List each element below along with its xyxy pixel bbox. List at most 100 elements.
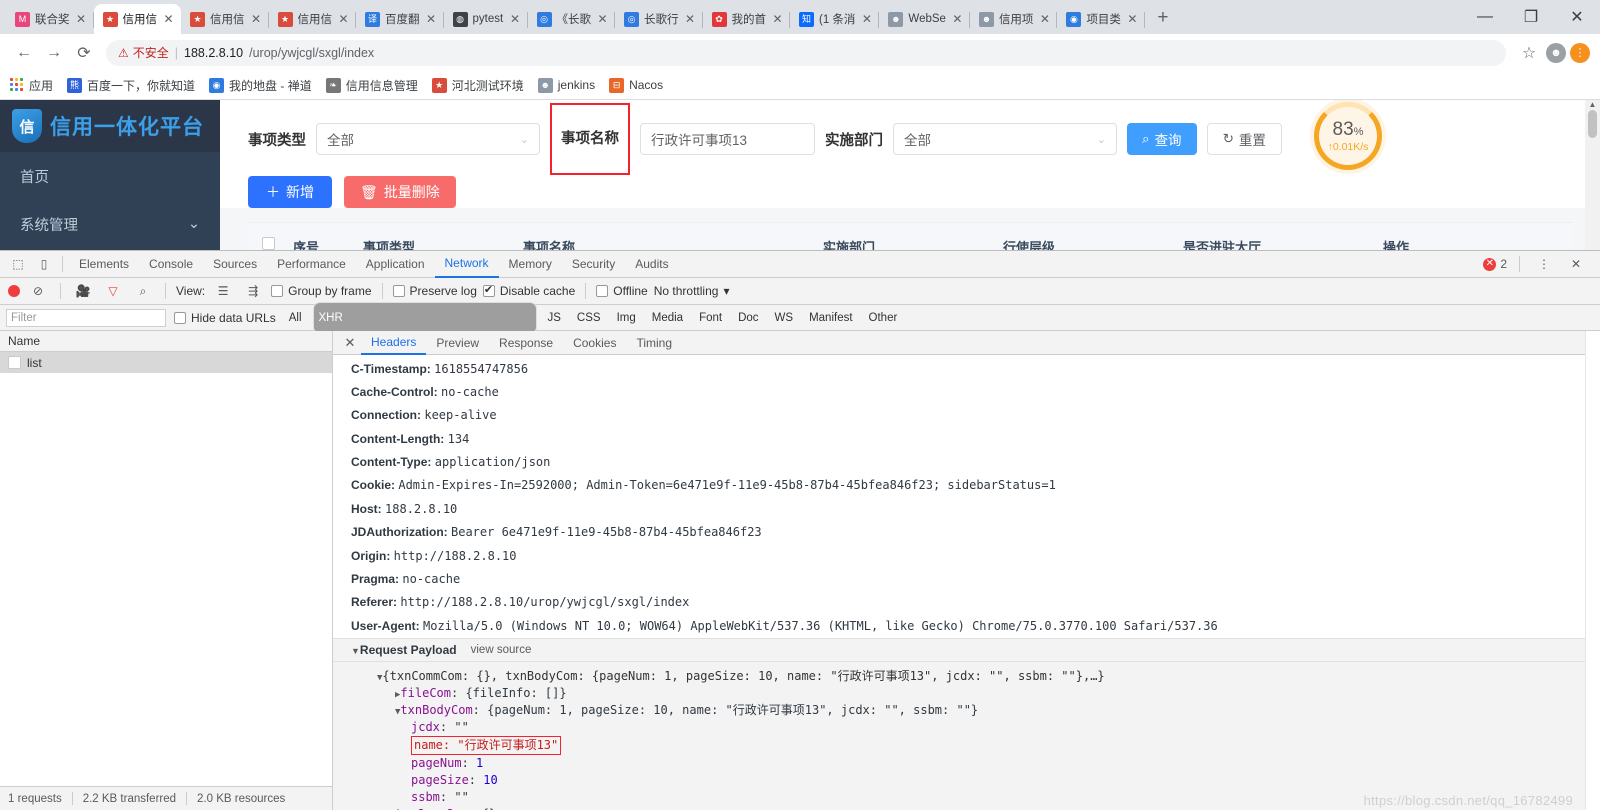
bookmark-item[interactable]: ☻ jenkins <box>537 77 595 93</box>
filter-type-js[interactable]: JS <box>543 311 566 325</box>
funnel-icon[interactable]: ▽ <box>101 280 125 302</box>
tab-close-icon[interactable]: ✕ <box>425 12 438 26</box>
filter-input[interactable]: Filter <box>6 308 166 327</box>
devtools-tab-memory[interactable]: Memory <box>499 251 562 277</box>
forward-button[interactable]: → <box>40 39 68 67</box>
tab-close-icon[interactable]: ✕ <box>771 12 784 26</box>
tab-close-icon[interactable]: ✕ <box>860 12 873 26</box>
tab-close-icon[interactable]: ✕ <box>684 12 697 26</box>
tab-close-icon[interactable]: ✕ <box>509 12 522 26</box>
devtools-tab-console[interactable]: Console <box>139 251 203 277</box>
tab-close-icon[interactable]: ✕ <box>951 12 964 26</box>
tab-close-icon[interactable]: ✕ <box>1126 12 1139 26</box>
browser-tab[interactable]: ★ 信用信 ✕ <box>269 4 357 34</box>
payload-root-row[interactable]: ▼{txnCommCom: {}, txnBodyCom: {pageNum: … <box>351 668 1585 685</box>
filter-type-css[interactable]: CSS <box>572 311 606 325</box>
offline-toggle[interactable]: Offline <box>596 284 648 298</box>
device-toggle-icon[interactable]: ▯ <box>32 253 56 275</box>
devtools-tab-security[interactable]: Security <box>562 251 625 277</box>
disable-cache-toggle[interactable]: Disable cache <box>482 283 575 298</box>
error-badge[interactable]: ✕ 2 <box>1483 257 1507 271</box>
detail-tab-response[interactable]: Response <box>489 331 563 355</box>
preserve-log-checkbox[interactable] <box>392 285 405 297</box>
browser-tab[interactable]: 译百度翻 ✕ <box>356 4 444 34</box>
window-close-button[interactable]: ✕ <box>1554 0 1600 34</box>
browser-tab[interactable]: M 联合奖 ✕ <box>6 4 94 34</box>
detail-tab-headers[interactable]: Headers <box>361 331 427 355</box>
query-button[interactable]: ⌕ 查询 <box>1127 123 1197 155</box>
list-view-icon[interactable]: ☰ <box>211 280 235 302</box>
item-type-select[interactable]: 全部 ⌄ <box>316 123 540 155</box>
browser-tab[interactable]: ◎ 《长歌 ✕ <box>528 4 616 34</box>
dept-select[interactable]: 全部 ⌄ <box>893 123 1117 155</box>
browser-tab[interactable]: ☻ 信用项 ✕ <box>970 4 1058 34</box>
waterfall-view-icon[interactable]: ⇶ <box>241 280 265 302</box>
scroll-up-arrow[interactable]: ▲ <box>1585 100 1600 109</box>
filter-type-ws[interactable]: WS <box>770 311 799 325</box>
browser-menu-button[interactable]: ⋮ <box>1570 42 1590 63</box>
tab-close-icon[interactable]: ✕ <box>250 12 263 26</box>
detail-tab-timing[interactable]: Timing <box>626 331 682 355</box>
devtools-scrollbar[interactable] <box>1585 331 1600 810</box>
payload-filecom-row[interactable]: ▶fileCom: {fileInfo: []} <box>351 685 1585 702</box>
back-button[interactable]: ← <box>10 39 38 67</box>
browser-tab[interactable]: ☻ WebSe ✕ <box>879 4 970 34</box>
payload-txnbodycom-row[interactable]: ▼txnBodyCom: {pageNum: 1, pageSize: 10, … <box>351 702 1585 719</box>
scroll-thumb[interactable] <box>1588 110 1597 138</box>
hide-data-urls-checkbox[interactable] <box>174 311 186 324</box>
cursor-inspect-icon[interactable]: ⬚ <box>6 253 30 275</box>
devtools-tab-audits[interactable]: Audits <box>625 251 678 277</box>
bookmark-star-icon[interactable]: ☆ <box>1516 40 1542 66</box>
filter-type-font[interactable]: Font <box>694 311 727 325</box>
reload-button[interactable]: ⟳ <box>70 39 98 67</box>
browser-tab[interactable]: ★ 信用信 ✕ <box>93 4 181 34</box>
request-row[interactable]: list <box>0 352 332 373</box>
address-bar[interactable]: ⚠ 不安全 | 188.2.8.10/urop/ywjcgl/sxgl/inde… <box>106 39 1506 66</box>
detail-tab-preview[interactable]: Preview <box>426 331 489 355</box>
window-minimize-button[interactable]: — <box>1462 0 1508 34</box>
collapse-triangle-icon[interactable]: ▼ <box>351 646 360 656</box>
devtools-tab-performance[interactable]: Performance <box>267 251 356 277</box>
disable-cache-checkbox[interactable] <box>482 283 495 297</box>
devtools-close-button[interactable]: ✕ <box>1564 253 1588 275</box>
filter-type-other[interactable]: Other <box>864 311 903 325</box>
select-all-checkbox[interactable] <box>262 237 275 250</box>
filter-type-doc[interactable]: Doc <box>733 311 763 325</box>
search-icon[interactable]: ⌕ <box>131 280 155 302</box>
tab-close-icon[interactable]: ✕ <box>337 12 350 26</box>
close-detail-icon[interactable]: ✕ <box>341 335 359 351</box>
bookmark-item[interactable]: ❧ 信用信息管理 <box>325 77 418 94</box>
filter-type-media[interactable]: Media <box>647 311 688 325</box>
new-tab-button[interactable]: + <box>1149 4 1177 32</box>
detail-tab-cookies[interactable]: Cookies <box>563 331 626 355</box>
record-icon[interactable] <box>8 285 20 297</box>
bookmark-item[interactable]: ⊟ Nacos <box>609 77 663 93</box>
filter-type-xhr[interactable]: XHR <box>312 301 537 334</box>
reset-button[interactable]: ↻ 重置 <box>1206 123 1282 155</box>
browser-tab[interactable]: ◍ pytest ✕ <box>444 4 528 34</box>
request-payload-section-header[interactable]: ▼Request Payload view source <box>333 637 1585 662</box>
window-maximize-button[interactable]: ❐ <box>1508 0 1554 34</box>
item-name-input[interactable]: 行政许可事项13 <box>640 123 815 155</box>
devtools-tab-application[interactable]: Application <box>356 251 435 277</box>
bookmark-item[interactable]: ★ 河北测试环境 <box>431 77 524 94</box>
page-scrollbar[interactable]: ▲ <box>1585 100 1600 250</box>
profile-avatar[interactable]: ☻ <box>1546 42 1566 63</box>
browser-tab[interactable]: ✿ 我的首 ✕ <box>703 4 791 34</box>
bookmark-item[interactable]: 应用 <box>10 77 53 94</box>
offline-checkbox[interactable] <box>596 285 609 297</box>
browser-tab[interactable]: ◉ 项目类 ✕ <box>1057 4 1145 34</box>
devtools-tab-elements[interactable]: Elements <box>69 251 139 277</box>
batch-delete-button[interactable]: 🗑 批量删除 <box>344 176 456 208</box>
bookmark-item[interactable]: ◉ 我的地盘 - 禅道 <box>209 77 312 94</box>
sidebar-item-system-management[interactable]: 系统管理 ⌄ <box>0 200 220 248</box>
filter-type-manifest[interactable]: Manifest <box>804 311 857 325</box>
clear-icon[interactable]: ⊘ <box>26 280 50 302</box>
browser-tab[interactable]: ◎ 长歌行 ✕ <box>615 4 703 34</box>
view-source-link[interactable]: view source <box>471 644 532 656</box>
devtools-more-button[interactable]: ⋮ <box>1532 253 1556 275</box>
bookmark-item[interactable]: 熊百度一下，你就知道 <box>67 77 195 94</box>
filter-type-all[interactable]: All <box>284 311 307 325</box>
browser-tab[interactable]: 知 (1 条消 ✕ <box>790 4 880 34</box>
preserve-log-toggle[interactable]: Preserve log <box>392 284 477 298</box>
